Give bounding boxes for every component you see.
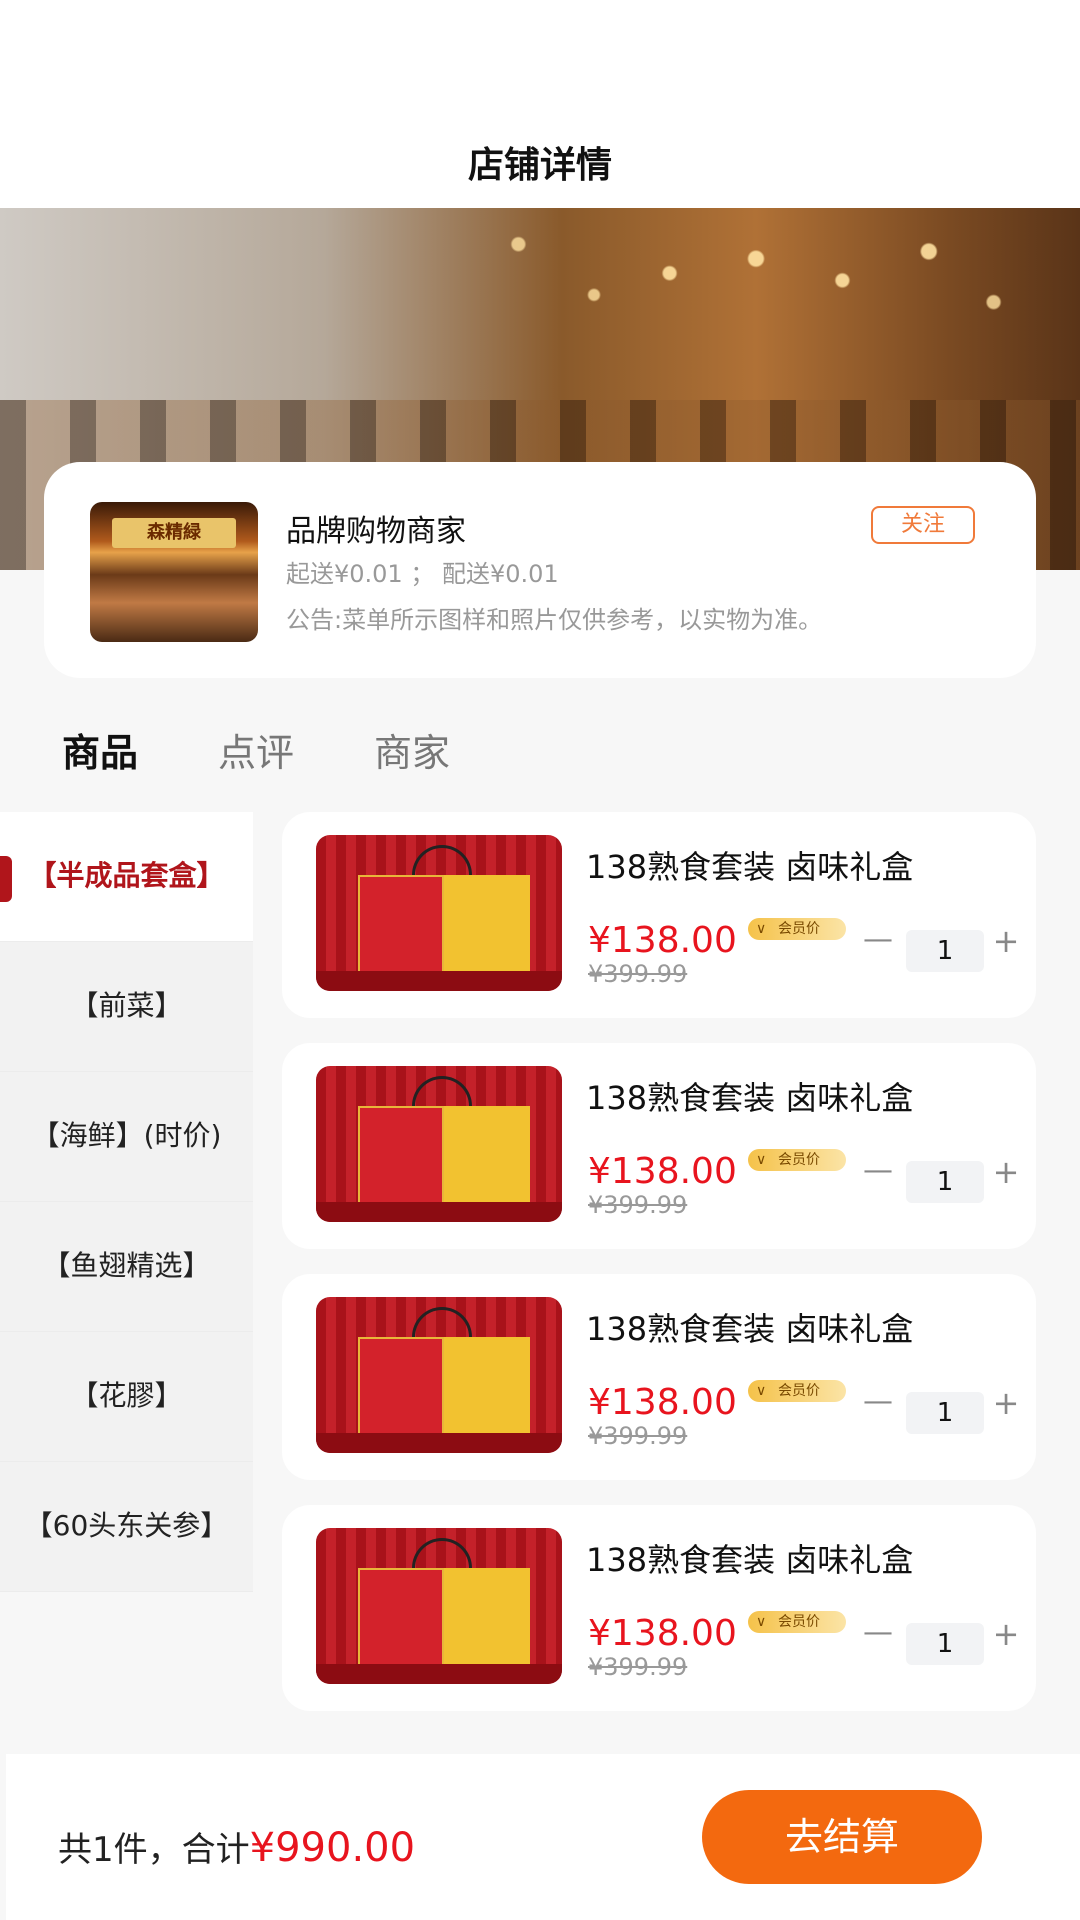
member-price-badge: ∨ 会员价 [748,1149,846,1171]
gift-box-right [444,875,530,979]
product-card[interactable]: 138熟食套装 卤味礼盒 ¥138.00 ∨ 会员价 ¥399.99 — 1 + [282,1274,1036,1480]
increase-quantity-button[interactable]: + [990,1384,1022,1422]
tab-products[interactable]: 商品 [62,722,138,777]
store-logo-sign: 森精緑 [112,518,236,548]
tab-reviews[interactable]: 点评 [218,722,294,777]
quantity-input[interactable]: 1 [906,930,984,972]
follow-button[interactable]: 关注 [871,506,975,544]
increase-quantity-button[interactable]: + [990,922,1022,960]
store-logo: 森精緑 [90,502,258,642]
product-price: ¥138.00 [588,920,737,961]
product-name: 138熟食套装 卤味礼盒 [586,1541,914,1579]
increase-quantity-button[interactable]: + [990,1153,1022,1191]
category-item[interactable]: 【前菜】 [0,942,253,1072]
cart-summary: 共1件，合计¥990.00 [58,1822,415,1871]
top-bar: 店铺详情 [0,0,1080,208]
cart-bar: 共1件，合计¥990.00 去结算 [6,1754,1080,1920]
original-price: ¥399.99 [588,1653,688,1681]
product-card[interactable]: 138熟食套装 卤味礼盒 ¥138.00 ∨ 会员价 ¥399.99 — 1 + [282,1505,1036,1711]
chevron-down-icon: ∨ [756,1152,767,1168]
decrease-quantity-button[interactable]: — [862,1153,894,1188]
category-item[interactable]: 【花膠】 [0,1332,253,1462]
category-item[interactable]: 【60头东关参】 [0,1462,253,1592]
member-price-badge: ∨ 会员价 [748,1380,846,1402]
page-title: 店铺详情 [467,145,612,186]
gift-box-left [358,1337,444,1441]
store-notice: 公告:菜单所示图样和照片仅供参考，以实物为准。 [286,606,823,634]
product-name: 138熟食套装 卤味礼盒 [586,848,914,886]
quantity-input[interactable]: 1 [906,1392,984,1434]
product-card[interactable]: 138熟食套装 卤味礼盒 ¥138.00 ∨ 会员价 ¥399.99 — 1 + [282,812,1036,1018]
cart-total: ¥990.00 [249,1825,416,1871]
checkout-button[interactable]: 去结算 [702,1790,982,1884]
product-price: ¥138.00 [588,1613,737,1654]
member-price-label: 会员价 [778,1383,820,1399]
chevron-down-icon: ∨ [756,1383,767,1399]
decrease-quantity-button[interactable]: — [862,1384,894,1419]
chevron-down-icon: ∨ [756,1614,767,1630]
gift-box-right [444,1337,530,1441]
cart-count-label: 共1件，合计 [58,1830,250,1870]
gift-box-handle [412,1076,472,1110]
product-name: 138熟食套装 卤味礼盒 [586,1310,914,1348]
product-image[interactable] [316,835,562,991]
original-price: ¥399.99 [588,1422,688,1450]
gift-box-left [358,875,444,979]
product-image[interactable] [316,1528,562,1684]
gift-box-base [316,1202,562,1222]
member-price-label: 会员价 [778,1614,820,1630]
decrease-quantity-button[interactable]: — [862,922,894,957]
category-item[interactable]: 【海鲜】(时价) [0,1072,253,1202]
store-info-card: 森精緑 品牌购物商家 关注 起送¥0.01 ； 配送¥0.01 公告:菜单所示图… [44,462,1036,678]
gift-box-right [444,1106,530,1210]
gift-box-base [316,1433,562,1453]
product-image[interactable] [316,1297,562,1453]
product-price: ¥138.00 [588,1382,737,1423]
chevron-down-icon: ∨ [756,921,767,937]
gift-box-handle [412,845,472,879]
gift-box-handle [412,1307,472,1341]
product-card[interactable]: 138熟食套装 卤味礼盒 ¥138.00 ∨ 会员价 ¥399.99 — 1 + [282,1043,1036,1249]
tab-merchant[interactable]: 商家 [374,722,450,777]
quantity-input[interactable]: 1 [906,1623,984,1665]
member-price-badge: ∨ 会员价 [748,918,846,940]
product-price: ¥138.00 [588,1151,737,1192]
category-item[interactable]: 【半成品套盒】 [0,812,253,942]
store-tabs: 商品 点评 商家 [62,722,450,777]
member-price-badge: ∨ 会员价 [748,1611,846,1633]
gift-box-base [316,971,562,991]
original-price: ¥399.99 [588,960,688,988]
decrease-quantity-button[interactable]: — [862,1615,894,1650]
delivery-info: 起送¥0.01 ； 配送¥0.01 [286,560,559,588]
quantity-input[interactable]: 1 [906,1161,984,1203]
gift-box-right [444,1568,530,1672]
gift-box-base [316,1664,562,1684]
member-price-label: 会员价 [778,1152,820,1168]
gift-box-left [358,1106,444,1210]
store-name: 品牌购物商家 [286,514,466,549]
category-sidebar: 【半成品套盒】 【前菜】 【海鲜】(时价) 【鱼翅精选】 【花膠】 【60头东关… [0,812,253,1592]
product-image[interactable] [316,1066,562,1222]
gift-box-handle [412,1538,472,1572]
gift-box-left [358,1568,444,1672]
category-item[interactable]: 【鱼翅精选】 [0,1202,253,1332]
original-price: ¥399.99 [588,1191,688,1219]
member-price-label: 会员价 [778,921,820,937]
increase-quantity-button[interactable]: + [990,1615,1022,1653]
product-name: 138熟食套装 卤味礼盒 [586,1079,914,1117]
